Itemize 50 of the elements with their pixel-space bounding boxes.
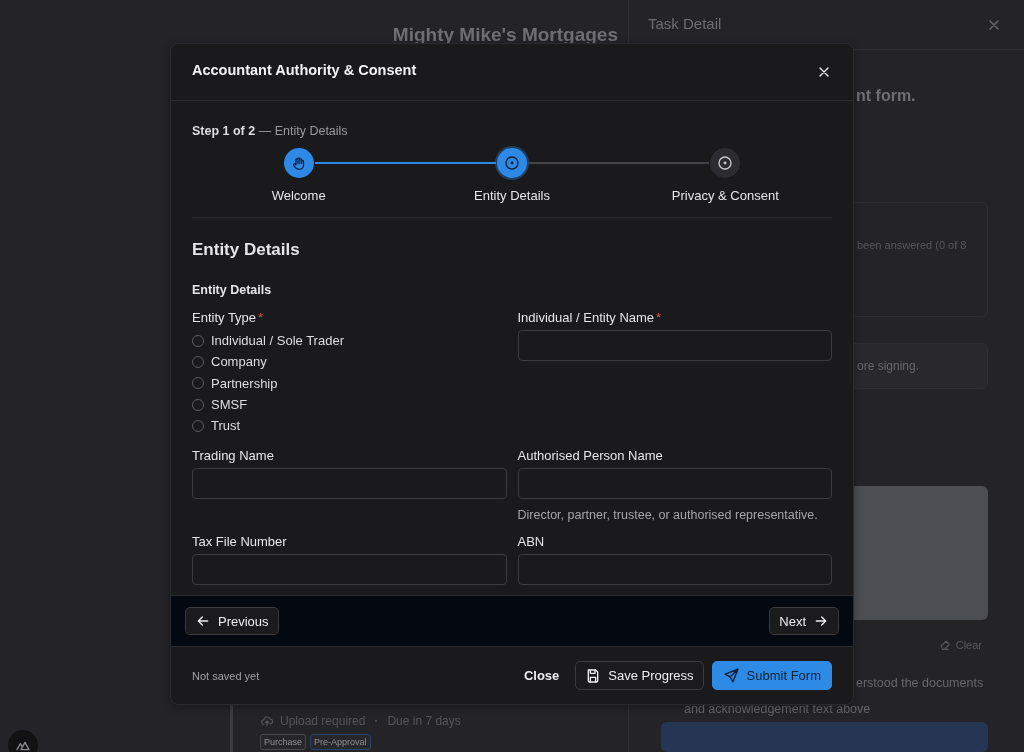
text-field[interactable] (517, 554, 832, 586)
radio-option[interactable]: SMSF (192, 393, 248, 416)
next-button[interactable]: Next (769, 607, 839, 635)
field-label: Authorised Person Name (517, 448, 663, 464)
arrow-right-icon (813, 613, 829, 629)
required-mark: * (258, 310, 264, 325)
field-label: Trading Name (192, 448, 274, 464)
step-label: Welcome (271, 188, 326, 203)
radio-option[interactable]: Trust (192, 415, 241, 437)
step-marker[interactable] (497, 148, 527, 178)
field-label: Entity Type (192, 310, 257, 325)
tag: Pre-Approval (310, 734, 371, 750)
arrow-left-icon (195, 613, 211, 629)
submit-form-button[interactable]: Submit Form (711, 661, 832, 690)
section-heading: Entity Details (192, 240, 301, 260)
radio-option[interactable]: Individual / Sole Trader (192, 330, 344, 352)
close-button[interactable]: Close (515, 661, 568, 690)
target-icon (717, 155, 734, 171)
text-field[interactable] (192, 468, 507, 500)
save-progress-button[interactable]: Save Progress (575, 661, 704, 690)
hand-icon (291, 155, 307, 171)
radio-option[interactable]: Partnership (192, 372, 278, 394)
text-field[interactable] (517, 330, 832, 361)
modal-title: Accountant Authority & Consent (192, 61, 417, 78)
field-label: Tax File Number (192, 534, 287, 550)
help-text: Director, partner, trustee, or authorised representative. (517, 508, 819, 523)
completed-step-marker[interactable] (283, 148, 314, 178)
text-field[interactable] (517, 468, 832, 500)
tag: Purchase (260, 734, 307, 750)
target-icon (504, 155, 520, 171)
field-label: ABN (517, 534, 545, 550)
required-mark: * (656, 310, 662, 325)
group-heading: Entity Details (192, 283, 273, 297)
upload-cloud-icon (260, 714, 274, 728)
text-field[interactable] (192, 554, 507, 586)
send-icon (722, 667, 740, 684)
acknowledgement-text: and acknowledgement text above (684, 702, 872, 716)
radio-option[interactable]: Company (192, 351, 267, 373)
devtools-logo-button[interactable] (8, 730, 38, 752)
eraser-icon (938, 638, 952, 651)
intro-text: nt form. (856, 87, 917, 105)
acknowledgement-text: erstood the documents (856, 676, 985, 690)
save-status: Not saved yet (192, 669, 260, 682)
field-label: Individual / Entity Name (517, 310, 655, 325)
previous-button[interactable]: Previous (185, 607, 279, 635)
step-label: Entity Details (474, 188, 550, 203)
step-label: Privacy & Consent (671, 188, 779, 203)
step-caption: Step 1 of 2 — Entity Details (192, 124, 349, 138)
step-marker[interactable] (710, 148, 741, 178)
panel-title: Task Detail (648, 14, 722, 32)
